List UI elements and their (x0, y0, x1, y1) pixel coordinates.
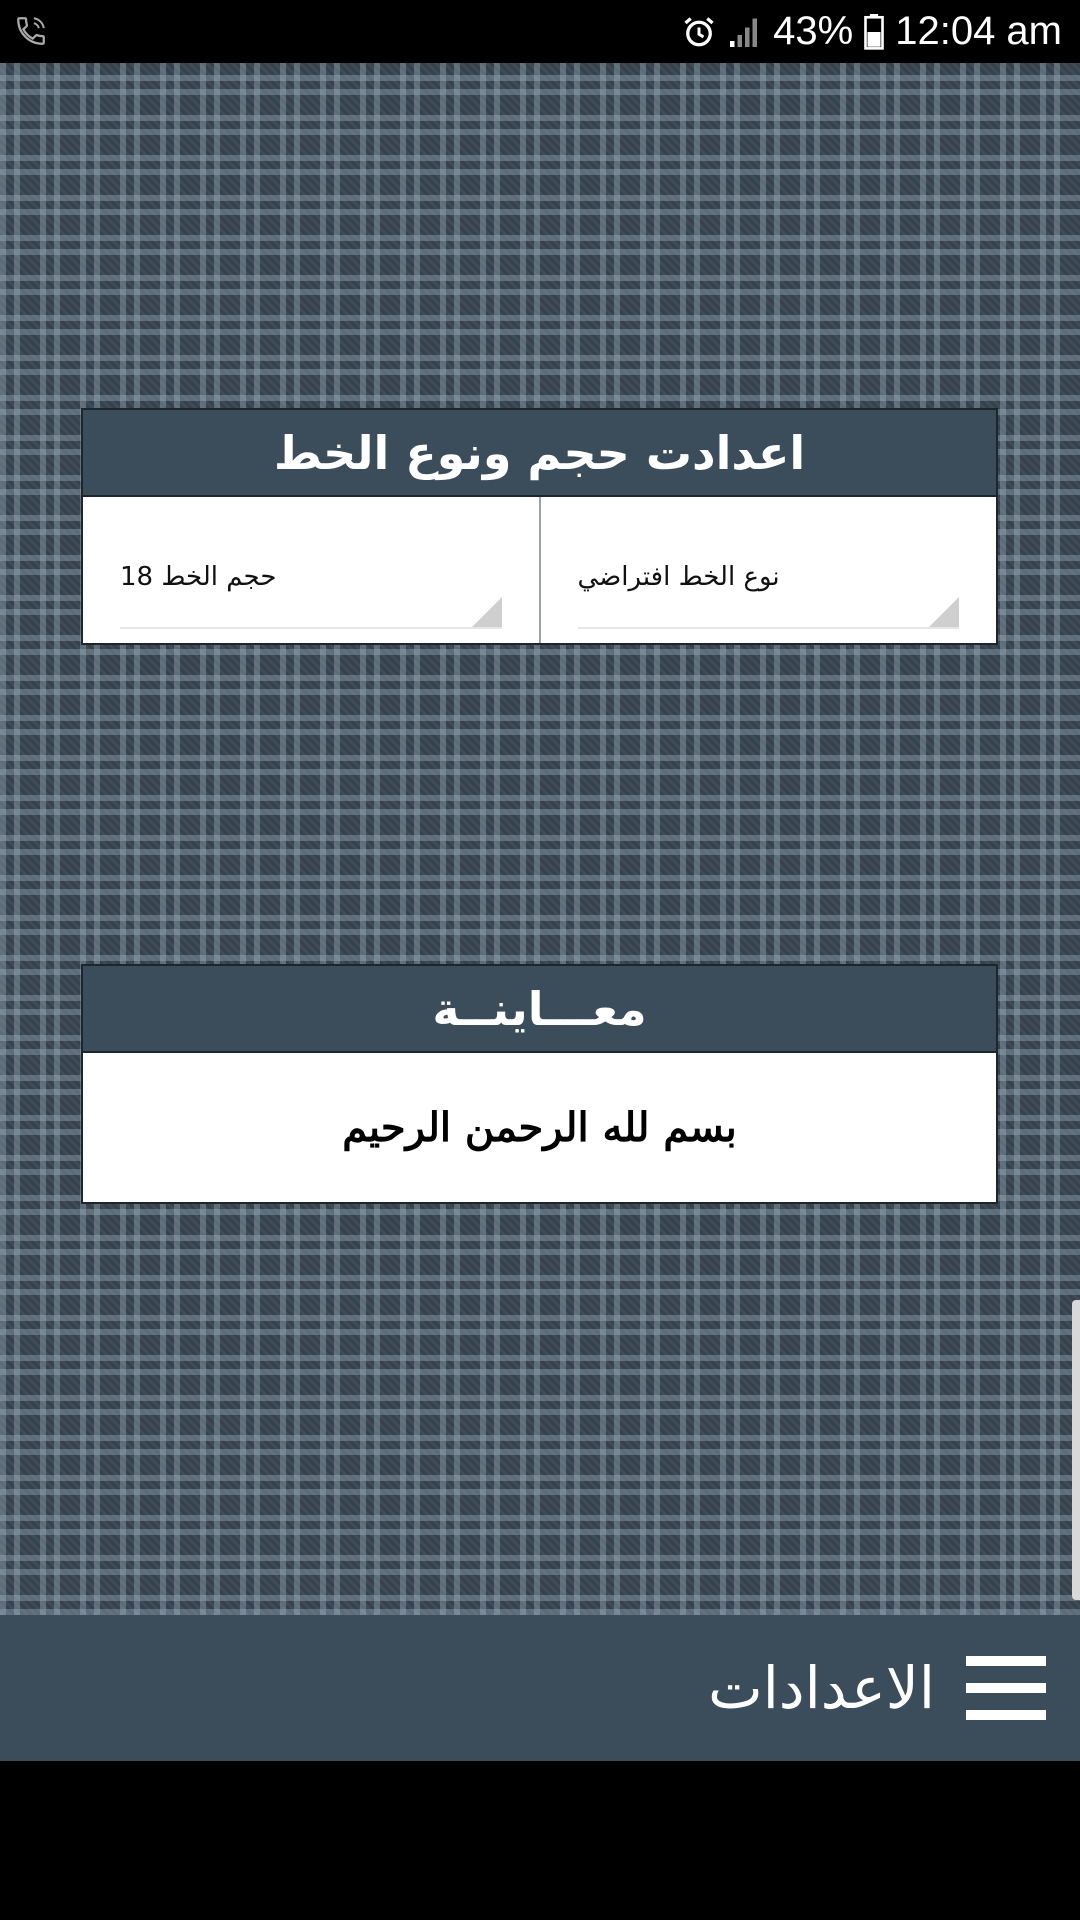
battery-icon (864, 13, 885, 50)
scroll-indicator (1072, 1300, 1080, 1600)
font-type-dropdown-arrow-icon (929, 597, 959, 627)
navigation-bar-area (0, 1761, 1080, 1920)
alarm-icon (684, 16, 714, 46)
menu-icon[interactable] (966, 1656, 1046, 1720)
font-type-label: نوع الخط افتراضي (577, 562, 780, 592)
font-type-cell: نوع الخط افتراضي (538, 497, 996, 643)
font-size-label: حجم الخط 18 (120, 562, 277, 592)
font-settings-panel: اعدادت حجم ونوع الخط حجم الخط 18 نوع الخ… (81, 408, 998, 645)
font-type-spinner[interactable]: نوع الخط افتراضي (577, 527, 959, 629)
font-settings-row: حجم الخط 18 نوع الخط افتراضي (83, 497, 996, 643)
status-time: 12:04 am (895, 9, 1062, 53)
font-size-spinner[interactable]: حجم الخط 18 (120, 527, 502, 629)
bottom-toolbar: الاعدادات (0, 1615, 1080, 1761)
preview-panel: معـــاينــة بسم لله الرحمن الرحيم (81, 964, 998, 1204)
font-size-dropdown-arrow-icon (471, 597, 502, 627)
background-pattern (0, 63, 1080, 1615)
signal-icon (730, 18, 758, 47)
font-size-cell: حجم الخط 18 (83, 497, 539, 643)
preview-text: بسم لله الرحمن الرحيم (342, 1104, 737, 1151)
preview-title: معـــاينــة (83, 966, 996, 1053)
status-bar: 43% 12:04 am (0, 0, 1080, 63)
phone-call-icon (17, 17, 45, 45)
toolbar-title: الاعدادات (708, 1654, 935, 1722)
font-settings-title: اعدادت حجم ونوع الخط (83, 410, 996, 497)
battery-percentage: 43% (773, 9, 854, 53)
